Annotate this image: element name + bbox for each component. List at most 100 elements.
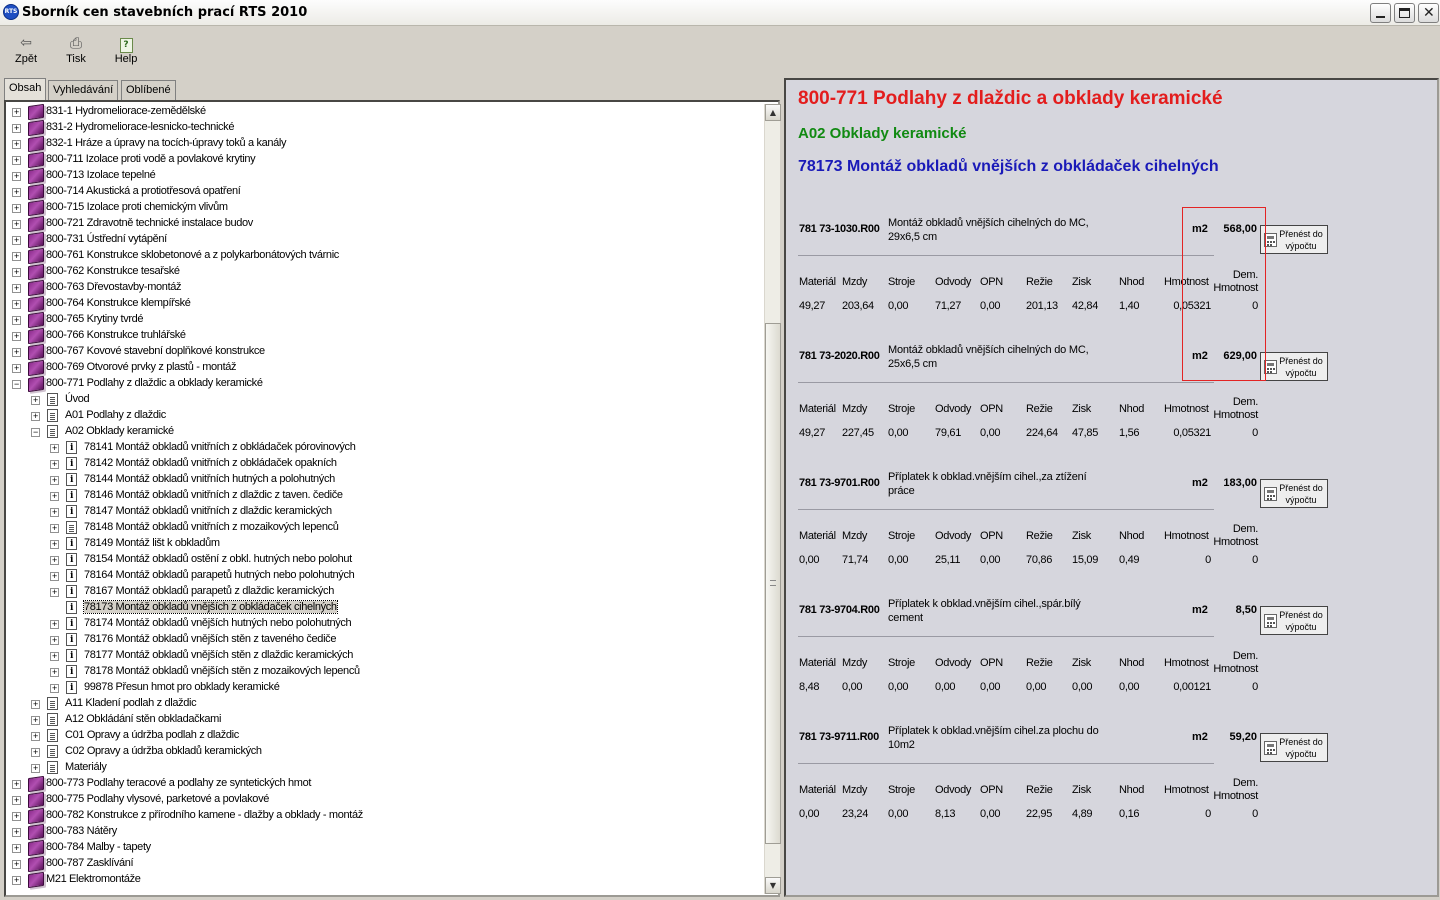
- help-button[interactable]: ? Help: [104, 33, 148, 73]
- maximize-button[interactable]: [1394, 3, 1415, 23]
- tab-obsah[interactable]: Obsah: [4, 78, 47, 100]
- expand-icon[interactable]: +: [50, 588, 59, 597]
- tree-item[interactable]: + M21 Elektromontáže: [6, 871, 761, 889]
- tree-item[interactable]: +831-1 Hydromeliorace-zemědělské: [6, 104, 761, 121]
- expand-icon[interactable]: +: [12, 156, 21, 165]
- tree-item[interactable]: +800-782 Konstrukce z přírodního kamene …: [6, 807, 761, 825]
- tree-item[interactable]: + A12 Obkládání stěn obkladačkami: [6, 712, 761, 728]
- tree-item[interactable]: + A11 Kladení podlah z dlaždic: [6, 696, 761, 712]
- tree-item[interactable]: + Úvod: [6, 392, 761, 408]
- expand-icon[interactable]: +: [12, 124, 21, 133]
- tree-item[interactable]: + i 78146 Montáž obkladů vnitřních z dlažd…: [6, 488, 761, 504]
- expand-icon[interactable]: +: [50, 668, 59, 677]
- scroll-up-button[interactable]: ▲: [765, 104, 781, 121]
- expand-icon[interactable]: +: [12, 780, 21, 789]
- tree-item[interactable]: + i 78154 Montáž obkladů ostění z obkl. hu…: [6, 552, 761, 568]
- transfer-to-calc-button[interactable]: Přenést do výpočtu: [1260, 479, 1328, 508]
- tree-item[interactable]: +800-721 Zdravotně technické instalace b…: [6, 215, 761, 233]
- expand-icon[interactable]: +: [50, 540, 59, 549]
- tree-item[interactable]: + i 78176 Montáž obkladů vnějších stěn z t…: [6, 632, 761, 648]
- collapse-icon[interactable]: −: [31, 428, 40, 437]
- tree-item[interactable]: +832-1 Hráze a úpravy na tocích-úpravy t…: [6, 135, 761, 153]
- expand-icon[interactable]: +: [31, 412, 40, 421]
- tree-item[interactable]: + i 78174 Montáž obkladů vnějších hutných …: [6, 616, 761, 632]
- expand-icon[interactable]: +: [50, 620, 59, 629]
- expand-icon[interactable]: +: [50, 508, 59, 517]
- tree-item[interactable]: + C02 Opravy a údržba obkladů keramických: [6, 744, 761, 760]
- tree-item[interactable]: + i 99878 Přesun hmot pro obklady keramick…: [6, 680, 761, 696]
- tree-item[interactable]: +800-783 Nátěry: [6, 823, 761, 841]
- scroll-thumb[interactable]: [765, 323, 781, 844]
- tree-item[interactable]: + A01 Podlahy z dlaždic: [6, 408, 761, 424]
- tree-item[interactable]: +800-711 Izolace proti vodě a povlakové …: [6, 151, 761, 169]
- tree-item[interactable]: + i 78167 Montáž obkladů parapetů z dlaždi…: [6, 584, 761, 600]
- tree-item[interactable]: +800-713 Izolace tepelné: [6, 167, 761, 185]
- expand-icon[interactable]: +: [12, 348, 21, 357]
- expand-icon[interactable]: +: [50, 492, 59, 501]
- expand-icon[interactable]: +: [12, 236, 21, 245]
- expand-icon[interactable]: +: [31, 764, 40, 773]
- tree-item[interactable]: +800-769 Otvorové prvky z plastů - montá…: [6, 359, 761, 377]
- tree-item[interactable]: +800-787 Zasklívání: [6, 855, 761, 873]
- expand-icon[interactable]: +: [12, 108, 21, 117]
- tree-item[interactable]: + i 78177 Montáž obkladů vnějších stěn z d…: [6, 648, 761, 664]
- tab-oblibene[interactable]: Oblíbené položky: [121, 80, 176, 114]
- tree-item[interactable]: +800-762 Konstrukce tesařské: [6, 263, 761, 281]
- back-button[interactable]: ⇦ Zpět: [4, 33, 48, 73]
- tree-item[interactable]: +78148 Montáž obkladů vnitřních z mozaik…: [6, 520, 761, 536]
- expand-icon[interactable]: +: [12, 140, 21, 149]
- tree-item[interactable]: + i 78178 Montáž obkladů vnějších stěn z m…: [6, 664, 761, 680]
- expand-icon[interactable]: +: [12, 332, 21, 341]
- close-button[interactable]: ✕: [1418, 3, 1439, 23]
- expand-icon[interactable]: +: [31, 700, 40, 709]
- expand-icon[interactable]: +: [50, 460, 59, 469]
- expand-icon[interactable]: +: [50, 556, 59, 565]
- expand-icon[interactable]: +: [50, 652, 59, 661]
- expand-icon[interactable]: +: [31, 748, 40, 757]
- expand-icon[interactable]: +: [12, 860, 21, 869]
- tree-item[interactable]: +800-784 Malby - tapety: [6, 839, 761, 857]
- tree-item[interactable]: + i 78142 Montáž obkladů vnitřních z obklá…: [6, 456, 761, 472]
- transfer-to-calc-button[interactable]: Přenést do výpočtu: [1260, 225, 1328, 254]
- expand-icon[interactable]: +: [12, 876, 21, 885]
- transfer-to-calc-button[interactable]: Přenést do výpočtu: [1260, 606, 1328, 635]
- expand-icon[interactable]: +: [12, 316, 21, 325]
- tree-item[interactable]: +800-773 Podlahy teracové a podlahy ze s…: [6, 775, 761, 793]
- expand-icon[interactable]: +: [50, 444, 59, 453]
- expand-icon[interactable]: +: [50, 572, 59, 581]
- expand-icon[interactable]: +: [12, 252, 21, 261]
- transfer-to-calc-button[interactable]: Přenést do výpočtu: [1260, 733, 1328, 762]
- expand-icon[interactable]: +: [12, 268, 21, 277]
- expand-icon[interactable]: +: [12, 812, 21, 821]
- tree-item[interactable]: +831-2 Hydromeliorace-lesnicko-technické: [6, 119, 761, 137]
- expand-icon[interactable]: +: [50, 636, 59, 645]
- expand-icon[interactable]: +: [12, 172, 21, 181]
- tree-item[interactable]: +800-775 Podlahy vlysové, parketové a po…: [6, 791, 761, 809]
- tree-item[interactable]: − 800-771 Podlahy z dlaždic a obklady ker…: [6, 375, 761, 393]
- expand-icon[interactable]: +: [31, 396, 40, 405]
- tree-item[interactable]: +800-761 Konstrukce sklobetonové a z pol…: [6, 247, 761, 265]
- expand-icon[interactable]: +: [12, 828, 21, 837]
- tree-item[interactable]: − A02 Obklady keramické: [6, 424, 761, 440]
- expand-icon[interactable]: +: [12, 364, 21, 373]
- tree-item[interactable]: + i 78149 Montáž lišt k obkladům: [6, 536, 761, 552]
- expand-icon[interactable]: +: [12, 204, 21, 213]
- transfer-to-calc-button[interactable]: Přenést do výpočtu: [1260, 352, 1328, 381]
- expand-icon[interactable]: +: [12, 844, 21, 853]
- tree-scrollbar[interactable]: ▲ ▼: [764, 104, 781, 894]
- tree-item[interactable]: +800-765 Krytiny tvrdé: [6, 311, 761, 329]
- tree-item[interactable]: + i 78141 Montáž obkladů vnitřních z obklá…: [6, 440, 761, 456]
- expand-icon[interactable]: +: [12, 300, 21, 309]
- tree-item[interactable]: +800-767 Kovové stavební doplňkové konst…: [6, 343, 761, 361]
- tree-item[interactable]: i 78173 Montáž obkladů vnějších z obkláda…: [6, 600, 761, 616]
- print-button[interactable]: ⎙ Tisk: [54, 33, 98, 73]
- minimize-button[interactable]: [1370, 3, 1391, 23]
- expand-icon[interactable]: +: [50, 524, 59, 533]
- tree-item[interactable]: + i 78147 Montáž obkladů vnitřních z dlažd…: [6, 504, 761, 520]
- tree-item[interactable]: +800-714 Akustická a protiotřesová opatř…: [6, 183, 761, 201]
- expand-icon[interactable]: +: [31, 732, 40, 741]
- tree-item[interactable]: +800-763 Dřevostavby-montáž: [6, 279, 761, 297]
- tree-item[interactable]: + Materiály: [6, 760, 761, 776]
- tree-item[interactable]: +800-766 Konstrukce truhlářské: [6, 327, 761, 345]
- tree-item[interactable]: + i 78144 Montáž obkladů vnitřních hutných…: [6, 472, 761, 488]
